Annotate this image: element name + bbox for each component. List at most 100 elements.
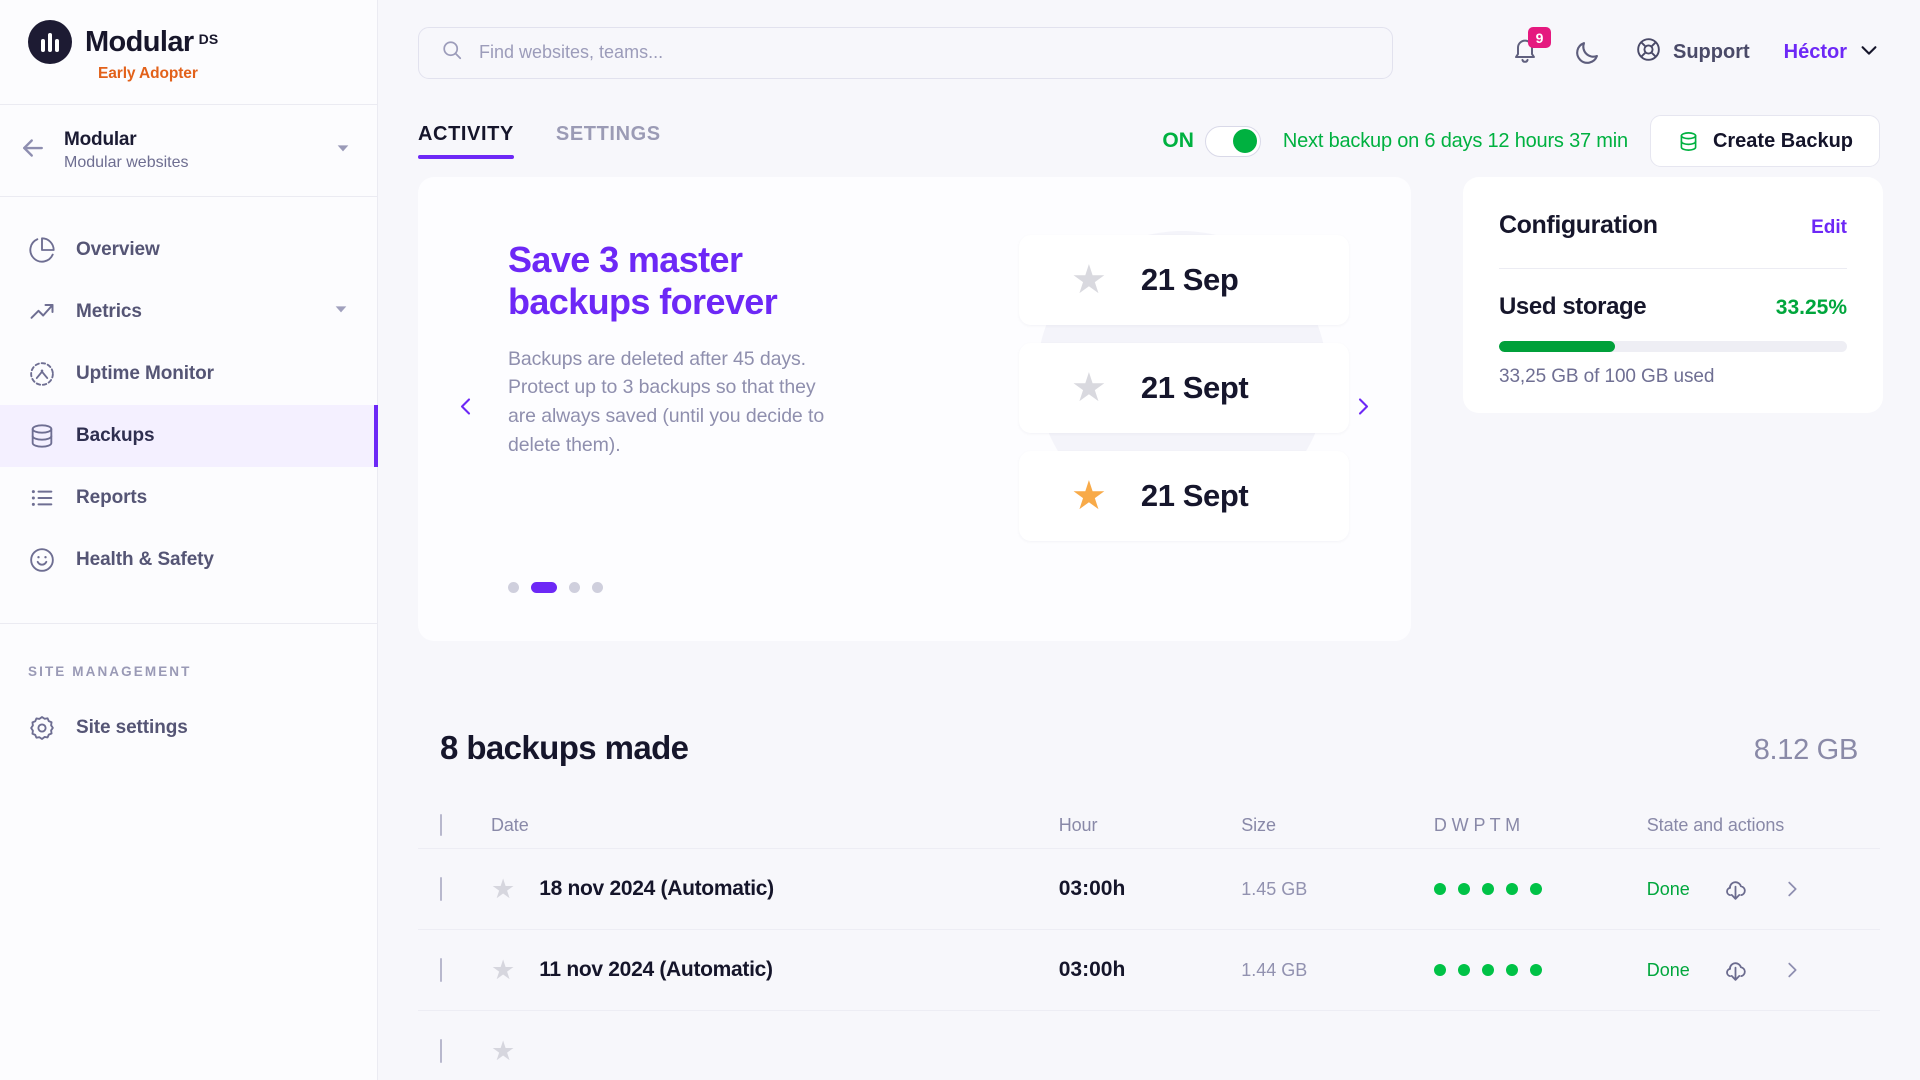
- table-header-row: Date Hour Size D W P T M State and actio…: [418, 815, 1880, 849]
- sidebar-section-label: SITE MANAGEMENT: [0, 624, 377, 679]
- table-row[interactable]: ★ 18 nov 2024 (Automatic) 03:00h 1.45 GB…: [418, 849, 1880, 930]
- row-date-cell: ★ 11 nov 2024 (Automatic): [491, 930, 1059, 1011]
- brand-tagline: Early Adopter: [98, 65, 377, 83]
- backup-toggle-group[interactable]: ON: [1162, 126, 1261, 157]
- sidebar-item-label: Health & Safety: [76, 549, 214, 571]
- promo-carousel-card: Save 3 master backups forever Backups ar…: [418, 177, 1411, 641]
- sidebar-item-uptime-monitor[interactable]: Uptime Monitor: [0, 343, 377, 405]
- tab-settings[interactable]: SETTINGS: [556, 123, 661, 159]
- top-bar-actions: 9 Support Héctor: [1511, 36, 1880, 69]
- search-box[interactable]: [418, 27, 1393, 79]
- sidebar-item-health-and-safety[interactable]: Health & Safety: [0, 529, 377, 591]
- row-select-cell: [418, 930, 491, 1011]
- chevron-down-icon[interactable]: [335, 140, 351, 161]
- gauge-icon: [28, 360, 56, 388]
- row-flags: [1434, 930, 1647, 1011]
- row-size: 1.44 GB: [1241, 930, 1434, 1011]
- star-icon[interactable]: ★: [491, 1038, 515, 1065]
- site-title: Modular: [64, 129, 319, 151]
- configuration-edit-link[interactable]: Edit: [1811, 217, 1847, 239]
- row-checkbox[interactable]: [440, 1039, 442, 1063]
- backups-table-body: ★ 18 nov 2024 (Automatic) 03:00h 1.45 GB…: [418, 849, 1880, 1080]
- column-header-date: Date: [491, 815, 1059, 849]
- row-checkbox[interactable]: [440, 877, 442, 901]
- row-date-label: 11 nov 2024 (Automatic): [539, 958, 773, 982]
- search-input[interactable]: [479, 42, 1370, 63]
- row-date-cell: ★: [491, 1011, 1059, 1080]
- chevron-right-icon[interactable]: [1781, 878, 1803, 900]
- table-row[interactable]: ★: [418, 1011, 1880, 1080]
- search-icon: [441, 39, 463, 66]
- row-flags: [1434, 849, 1647, 930]
- backup-toggle[interactable]: [1205, 126, 1261, 157]
- site-switcher[interactable]: Modular Modular websites: [0, 105, 377, 197]
- column-header-hour: Hour: [1059, 815, 1241, 849]
- user-menu[interactable]: Héctor: [1784, 39, 1880, 67]
- chevron-left-icon[interactable]: [454, 395, 478, 424]
- storage-progress-fill: [1499, 341, 1615, 352]
- configuration-title: Configuration: [1499, 211, 1658, 240]
- database-icon: [28, 422, 56, 450]
- configuration-header: Configuration Edit: [1499, 211, 1847, 240]
- promo-description: Backups are deleted after 45 days. Prote…: [508, 345, 848, 460]
- carousel-dot-active[interactable]: [531, 582, 557, 593]
- modular-bars-logo-icon: [28, 20, 72, 64]
- table-row[interactable]: ★ 11 nov 2024 (Automatic) 03:00h 1.44 GB…: [418, 930, 1880, 1011]
- create-backup-button[interactable]: Create Backup: [1650, 115, 1880, 167]
- bell-icon[interactable]: 9: [1511, 36, 1539, 69]
- trending-up-icon: [28, 298, 56, 326]
- app-root: ModularDS Early Adopter Modular Modular …: [0, 0, 1920, 1080]
- support-button[interactable]: Support: [1635, 36, 1750, 69]
- brand-row[interactable]: ModularDS: [28, 20, 377, 64]
- row-date-cell: ★ 18 nov 2024 (Automatic): [491, 849, 1059, 930]
- carousel-dot[interactable]: [569, 582, 580, 593]
- star-filled-icon: ★: [1071, 476, 1107, 516]
- promo-row-label: 21 Sept: [1141, 370, 1248, 406]
- tab-activity[interactable]: ACTIVITY: [418, 123, 514, 159]
- used-storage-header: Used storage 33.25%: [1499, 293, 1847, 321]
- chevron-right-icon[interactable]: [1781, 959, 1803, 981]
- carousel-dot[interactable]: [592, 582, 603, 593]
- promo-backup-row: ★ 21 Sept: [1019, 451, 1349, 541]
- star-icon[interactable]: ★: [491, 957, 515, 984]
- row-state-cell: Done: [1647, 849, 1880, 930]
- row-hour: 03:00h: [1059, 930, 1241, 1011]
- row-hour: [1059, 1011, 1241, 1080]
- row-checkbox[interactable]: [440, 958, 442, 982]
- support-label: Support: [1673, 41, 1750, 64]
- top-bar: 9 Support Héctor: [378, 0, 1920, 105]
- sidebar-item-overview[interactable]: Overview: [0, 219, 377, 281]
- sidebar-item-label: Overview: [76, 239, 160, 261]
- content-area: Save 3 master backups forever Backups ar…: [378, 177, 1920, 641]
- promo-backup-row: ★ 21 Sept: [1019, 343, 1349, 433]
- row-flags: [1434, 1011, 1647, 1080]
- main-content: 9 Support Héctor: [378, 0, 1920, 1080]
- select-all-checkbox[interactable]: [440, 814, 442, 836]
- sidebar-item-metrics[interactable]: Metrics: [0, 281, 377, 343]
- moon-icon[interactable]: [1573, 39, 1601, 67]
- promo-backup-row: ★ 21 Sep: [1019, 235, 1349, 325]
- arrow-left-icon[interactable]: [18, 133, 48, 168]
- sidebar-item-reports[interactable]: Reports: [0, 467, 377, 529]
- brand-superscript: DS: [199, 31, 219, 47]
- carousel-dot[interactable]: [508, 582, 519, 593]
- configuration-card: Configuration Edit Used storage 33.25% 3…: [1463, 177, 1883, 413]
- column-header-size: Size: [1241, 815, 1434, 849]
- star-icon[interactable]: ★: [491, 876, 515, 903]
- sidebar-item-backups[interactable]: Backups: [0, 405, 377, 467]
- backups-heading: 8 backups made: [440, 729, 688, 767]
- chevron-right-icon[interactable]: [1351, 395, 1375, 424]
- sidebar-item-label: Backups: [76, 425, 155, 447]
- user-name: Héctor: [1784, 41, 1847, 64]
- backups-header-row: 8 backups made 8.12 GB: [418, 729, 1880, 767]
- download-cloud-icon[interactable]: [1722, 876, 1749, 903]
- download-cloud-icon[interactable]: [1722, 957, 1749, 984]
- sidebar-item-site-settings[interactable]: Site settings: [0, 697, 377, 759]
- sidebar-item-label: Uptime Monitor: [76, 363, 214, 385]
- promo-backup-rows: ★ 21 Sep ★ 21 Sept ★ 21 Sept: [1019, 235, 1349, 559]
- toolbar-actions: ON Next backup on 6 days 12 hours 37 min…: [1162, 115, 1880, 167]
- notification-badge: 9: [1528, 27, 1551, 48]
- row-select-cell: [418, 1011, 491, 1080]
- brand-block: ModularDS Early Adopter: [0, 0, 377, 105]
- chevron-down-icon[interactable]: [333, 301, 349, 323]
